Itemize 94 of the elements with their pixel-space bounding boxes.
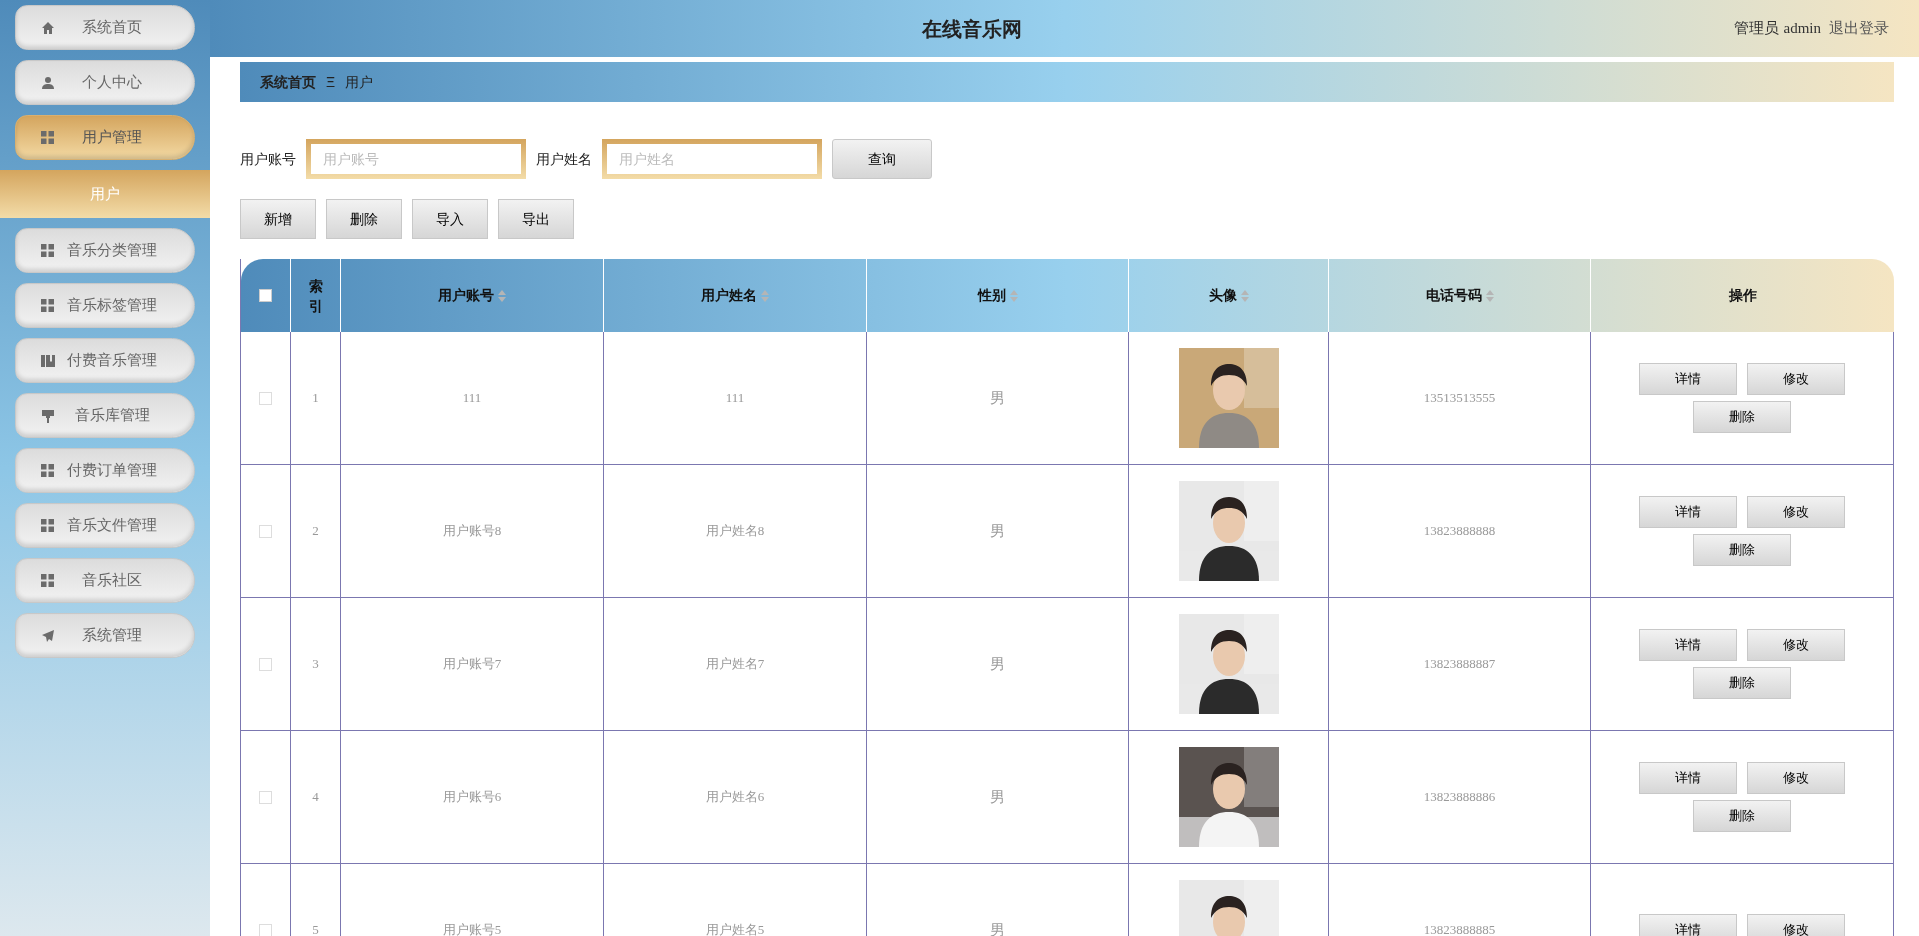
row-action-button[interactable]: 删除	[1693, 401, 1791, 433]
row-action-button[interactable]: 删除	[1693, 667, 1791, 699]
row-action-button[interactable]: 详情	[1639, 496, 1737, 528]
table-cell-text: 用户姓名7	[705, 655, 765, 674]
sidebar-item[interactable]: 付费音乐管理	[15, 338, 195, 383]
column-header[interactable]: 性别	[867, 259, 1129, 332]
table-cell-text: 3	[312, 655, 319, 674]
row-action-button[interactable]: 详情	[1639, 629, 1737, 661]
checkbox[interactable]	[259, 790, 272, 804]
row-action-button[interactable]: 详情	[1639, 762, 1737, 794]
row-action-button[interactable]: 详情	[1639, 363, 1737, 395]
grid-icon	[41, 244, 54, 257]
row-action-button[interactable]: 修改	[1747, 914, 1845, 936]
sidebar-item[interactable]: 付费订单管理	[15, 448, 195, 493]
sidebar-item[interactable]: 系统管理	[15, 613, 195, 658]
grid-icon	[41, 299, 54, 312]
table-cell-text: 13823888887	[1423, 655, 1496, 674]
column-header: 操作	[1727, 286, 1758, 305]
field-label: 用户姓名	[536, 149, 592, 169]
user-label: 管理员 admin	[1734, 18, 1821, 39]
table-cell-text: 用户账号8	[442, 522, 502, 541]
site-title: 在线音乐网	[921, 16, 1024, 42]
row-action-button[interactable]: 修改	[1747, 496, 1845, 528]
row-action-button[interactable]: 修改	[1747, 363, 1845, 395]
table-cell-text: 5	[312, 921, 319, 936]
grid-icon	[41, 464, 54, 477]
row-action-button[interactable]: 详情	[1639, 914, 1737, 936]
row-action-button[interactable]: 删除	[1693, 534, 1791, 566]
checkbox[interactable]	[259, 923, 272, 936]
table-cell-text: 男	[990, 387, 1005, 408]
sort-icon[interactable]	[1009, 289, 1018, 302]
table-cell-text: 用户账号5	[442, 921, 502, 936]
grid-icon	[41, 519, 54, 532]
sidebar-item[interactable]: 个人中心	[15, 60, 195, 105]
row-action-button[interactable]: 删除	[1693, 800, 1791, 832]
table-cell-text: 4	[312, 788, 319, 807]
sort-icon[interactable]	[761, 289, 769, 302]
table-cell-text: 2	[312, 522, 319, 541]
action-button[interactable]: 新增	[240, 199, 316, 239]
search-button[interactable]: 查询	[832, 139, 932, 179]
table-cell-text: 男	[990, 786, 1005, 807]
breadcrumb-link[interactable]: 系统首页	[260, 71, 316, 93]
column-header[interactable]: 头像	[1129, 259, 1329, 332]
sort-icon[interactable]	[1240, 289, 1249, 302]
row-action-button[interactable]: 修改	[1747, 629, 1845, 661]
brush-icon	[41, 408, 55, 423]
grid-icon	[41, 131, 54, 144]
column-header[interactable]: 电话号码	[1329, 259, 1591, 332]
sort-icon[interactable]	[1485, 289, 1494, 302]
table-cell-text: 用户姓名6	[705, 788, 765, 807]
user-icon	[41, 75, 55, 90]
column-header[interactable]: 用户姓名	[604, 259, 867, 332]
table-cell-text: 1	[312, 389, 319, 408]
action-button[interactable]: 导入	[412, 199, 488, 239]
column-header: 索引	[291, 259, 341, 332]
table-cell-text: 男	[990, 653, 1005, 674]
sidebar-item[interactable]: 音乐分类管理	[15, 228, 195, 273]
table-cell-text: 用户姓名5	[705, 921, 765, 936]
sidebar-item[interactable]: 音乐库管理	[15, 393, 195, 438]
sidebar-item[interactable]: 音乐文件管理	[15, 503, 195, 548]
checkbox[interactable]	[259, 391, 272, 405]
table-cell-text: 13513513555	[1423, 389, 1496, 408]
grid-icon	[41, 574, 54, 587]
table-cell-text: 用户姓名8	[705, 522, 765, 541]
checkbox[interactable]	[259, 289, 272, 302]
table-cell-text: 男	[990, 919, 1005, 936]
sidebar-item[interactable]: 音乐标签管理	[15, 283, 195, 328]
sort-icon[interactable]	[498, 289, 506, 302]
table-cell-text: 男	[990, 520, 1005, 541]
table-cell-text: 13823888885	[1423, 921, 1496, 936]
field-label: 用户账号	[240, 149, 296, 169]
send-icon	[41, 628, 55, 643]
action-button[interactable]: 删除	[326, 199, 402, 239]
table-cell-text: 用户账号7	[442, 655, 502, 674]
logout-link[interactable]: 退出登录	[1829, 17, 1889, 40]
home-icon	[41, 20, 55, 35]
sidebar-item[interactable]: 用户管理	[15, 115, 195, 160]
checkbox[interactable]	[259, 524, 272, 538]
table-cell-text: 13823888886	[1423, 788, 1496, 807]
table-cell-text: 111	[725, 389, 745, 408]
table-cell-text: 13823888888	[1423, 522, 1496, 541]
sidebar-item[interactable]: 音乐社区	[15, 558, 195, 603]
breadcrumb-separator: Ξ	[326, 72, 336, 92]
sidebar-item[interactable]: 系统首页	[15, 5, 195, 50]
row-action-button[interactable]: 修改	[1747, 762, 1845, 794]
search-field[interactable]: 用户账号	[306, 139, 526, 179]
book-icon	[41, 353, 55, 368]
table-cell-text: 111	[462, 389, 482, 408]
search-field[interactable]: 用户姓名	[602, 139, 822, 179]
column-header[interactable]: 用户账号	[341, 259, 604, 332]
checkbox[interactable]	[259, 657, 272, 671]
table-cell-text: 用户账号6	[442, 788, 502, 807]
action-button[interactable]: 导出	[498, 199, 574, 239]
breadcrumb-current: 用户	[345, 72, 374, 92]
